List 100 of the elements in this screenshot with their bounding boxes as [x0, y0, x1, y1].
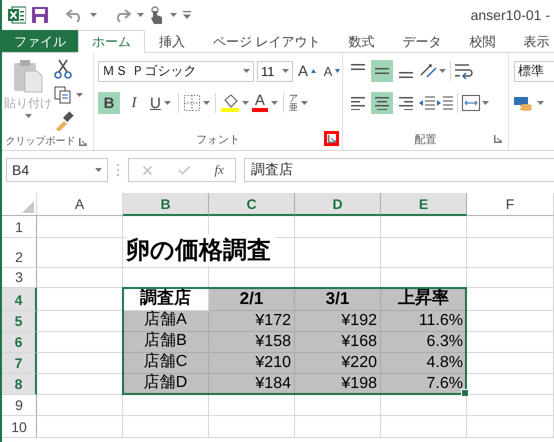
- caret-icon[interactable]: [300, 101, 308, 105]
- column-header[interactable]: A: [37, 193, 123, 216]
- row-header[interactable]: 6: [2, 332, 37, 353]
- column-heading: 調査店: [123, 288, 209, 311]
- format-painter-icon[interactable]: [54, 111, 74, 131]
- align-icon: [351, 96, 365, 110]
- group-label: フォント: [196, 132, 240, 146]
- align-icon: [351, 64, 365, 70]
- cut-icon[interactable]: [54, 59, 72, 79]
- clipboard-icon: [13, 59, 43, 93]
- table-cell: ¥198: [295, 374, 381, 395]
- align-icon: [399, 72, 413, 78]
- row-header[interactable]: 4: [2, 288, 37, 311]
- decrease-indent-icon[interactable]: [419, 96, 435, 110]
- table-cell: 店舗A: [123, 311, 209, 332]
- formula-field[interactable]: 調査店: [244, 158, 554, 182]
- merge-center-icon[interactable]: [462, 95, 480, 111]
- touch-mode-icon[interactable]: [150, 6, 164, 24]
- column-header[interactable]: B: [123, 193, 209, 216]
- caret-icon[interactable]: [164, 101, 171, 105]
- table-cell: 4.8%: [381, 353, 467, 374]
- grip-icon: [116, 163, 120, 177]
- caret-icon[interactable]: [202, 101, 210, 105]
- caret-icon[interactable]: [282, 69, 289, 73]
- fill-color-icon[interactable]: [220, 94, 239, 112]
- number-format-field[interactable]: 標準: [514, 60, 554, 82]
- table-cell: 6.3%: [381, 332, 467, 353]
- table-cell: ¥168: [295, 332, 381, 353]
- down-arrow-icon: [335, 69, 340, 73]
- row-header[interactable]: 2: [2, 238, 37, 268]
- row-header[interactable]: 9: [2, 395, 37, 416]
- save-icon[interactable]: [32, 7, 48, 23]
- center-button[interactable]: [371, 92, 393, 114]
- caret-icon[interactable]: [137, 13, 144, 17]
- dialog-launcher-icon[interactable]: [328, 134, 336, 142]
- font-color-button[interactable]: A: [252, 94, 268, 112]
- column-header[interactable]: D: [295, 193, 381, 216]
- table-cell: ¥192: [295, 311, 381, 332]
- group-label: 配置: [414, 132, 436, 146]
- caret-icon[interactable]: [537, 101, 544, 105]
- table-cell: 店舗C: [123, 353, 209, 374]
- fill-handle[interactable]: [461, 389, 469, 397]
- caret-icon[interactable]: [90, 13, 97, 17]
- caret-icon[interactable]: [76, 93, 83, 97]
- middle-align-button[interactable]: [371, 60, 393, 82]
- row-header[interactable]: 5: [2, 311, 37, 332]
- dialog-launcher-icon[interactable]: [78, 138, 86, 146]
- sheet-title: 卵の価格調査: [126, 234, 275, 266]
- row-header[interactable]: 3: [2, 268, 37, 288]
- column-header[interactable]: F: [467, 193, 554, 216]
- table-cell: 店舗B: [123, 332, 209, 353]
- caret-icon[interactable]: [439, 69, 446, 73]
- column-heading: 上昇率: [381, 288, 467, 311]
- align-icon: [375, 96, 389, 110]
- shrink-font-button[interactable]: A: [321, 60, 344, 82]
- file-tab[interactable]: ファイル: [2, 30, 78, 52]
- caret-icon[interactable]: [270, 101, 278, 105]
- column-heading: 3/1: [295, 288, 381, 311]
- caret-icon[interactable]: [482, 101, 489, 105]
- phonetic-guide-button[interactable]: ア 亜: [288, 94, 298, 112]
- row-header[interactable]: 1: [2, 216, 37, 238]
- dialog-launcher-icon[interactable]: [494, 134, 502, 142]
- orientation-icon[interactable]: [419, 63, 437, 79]
- table-cell: ¥158: [209, 332, 295, 353]
- caret-icon[interactable]: [170, 13, 177, 17]
- group-label: クリップボード: [6, 134, 76, 148]
- table-cell: ¥184: [209, 374, 295, 395]
- row-header[interactable]: 8: [2, 374, 37, 395]
- caret-icon[interactable]: [243, 69, 250, 73]
- accounting-format-icon[interactable]: [514, 95, 534, 111]
- align-icon: [375, 68, 389, 74]
- table-cell: ¥210: [209, 353, 295, 374]
- name-box[interactable]: B4: [6, 158, 108, 182]
- column-header[interactable]: C: [209, 193, 295, 216]
- column-header[interactable]: E: [381, 193, 467, 216]
- insert-function-button[interactable]: fx: [214, 162, 224, 178]
- copy-icon[interactable]: [54, 86, 72, 104]
- caret-icon[interactable]: [95, 168, 102, 172]
- table-cell: 11.6%: [381, 311, 467, 332]
- table-cell: ¥220: [295, 353, 381, 374]
- up-arrow-icon: [311, 69, 316, 73]
- bold-button[interactable]: B: [98, 92, 120, 114]
- caret-icon[interactable]: [242, 101, 249, 105]
- font-size-field[interactable]: 11: [257, 60, 293, 82]
- underline-button[interactable]: U: [148, 92, 173, 114]
- font-name-field[interactable]: ＭＳ Ｐゴシック: [98, 60, 254, 82]
- align-icon: [399, 96, 413, 110]
- customize-icon[interactable]: [183, 11, 191, 19]
- italic-button[interactable]: I: [123, 92, 145, 114]
- row-header[interactable]: 10: [2, 416, 37, 438]
- window-title: anser10-01 -: [470, 7, 550, 23]
- row-header[interactable]: 7: [2, 353, 37, 374]
- grow-font-button[interactable]: A: [296, 60, 318, 82]
- ribbon-tab[interactable]: ホーム: [78, 30, 145, 53]
- excel-logo-icon: [8, 6, 26, 24]
- column-heading: 2/1: [209, 288, 295, 311]
- borders-icon[interactable]: [184, 95, 200, 111]
- wrap-text-icon[interactable]: [455, 63, 473, 79]
- table-cell: ¥172: [209, 311, 295, 332]
- increase-indent-icon[interactable]: [437, 96, 453, 110]
